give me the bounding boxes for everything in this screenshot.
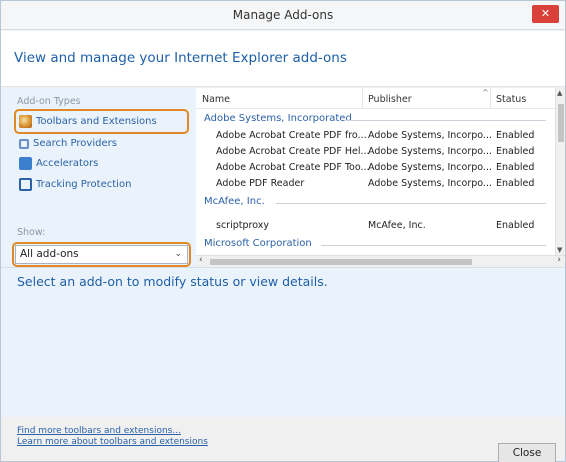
table-row[interactable]: scriptproxy McAfee, Inc. Enabled: [196, 218, 555, 234]
column-header-name[interactable]: Name: [202, 94, 230, 105]
addon-name: Adobe Acrobat Create PDF Hel...: [216, 146, 370, 157]
addon-name: Adobe Acrobat Create PDF Too...: [216, 162, 370, 173]
addon-status: Enabled: [496, 146, 535, 157]
addon-publisher: Adobe Systems, Incorpo...: [368, 146, 492, 157]
sidebar-item-label: Tracking Protection: [36, 179, 132, 190]
scroll-up-icon[interactable]: ▲: [557, 89, 562, 97]
accelerator-icon: [19, 157, 32, 170]
addon-publisher: Adobe Systems, Incorpo...: [368, 162, 492, 173]
window-close-button[interactable]: ✕: [532, 5, 559, 23]
addon-name: scriptproxy: [216, 220, 269, 231]
sidebar-item-tracking-protection[interactable]: Tracking Protection: [19, 176, 131, 193]
addon-status: Enabled: [496, 220, 535, 231]
group-header: Microsoft Corporation: [204, 238, 312, 249]
table-row[interactable]: Adobe Acrobat Create PDF Hel... Adobe Sy…: [196, 144, 555, 160]
group-header: McAfee, Inc.: [204, 196, 265, 207]
addon-status: Enabled: [496, 162, 535, 173]
horizontal-scrollbar[interactable]: ‹ ›: [196, 255, 565, 267]
learn-more-link[interactable]: Learn more about toolbars and extensions: [17, 437, 208, 447]
scroll-down-icon[interactable]: ▼: [557, 246, 562, 254]
header-heading: View and manage your Internet Explorer a…: [14, 50, 347, 66]
sidebar-item-label: Accelerators: [36, 158, 99, 169]
addon-types-label: Add-on Types: [17, 96, 81, 107]
group-divider: [321, 245, 546, 246]
table-row[interactable]: Adobe Acrobat Create PDF fro... Adobe Sy…: [196, 128, 555, 144]
toolbar-extension-icon: [19, 115, 32, 128]
addon-publisher: Adobe Systems, Incorpo...: [368, 178, 492, 189]
scroll-right-icon[interactable]: ›: [557, 255, 561, 265]
header-divider: [196, 108, 555, 109]
scroll-left-icon[interactable]: ‹: [199, 255, 203, 265]
sidebar-item-search-providers[interactable]: Search Providers: [19, 135, 117, 152]
details-pane: Select an add-on to modify status or vie…: [1, 267, 565, 417]
manage-addons-window: Manage Add-ons ✕ View and manage your In…: [0, 0, 566, 462]
addon-publisher: Adobe Systems, Incorpo...: [368, 130, 492, 141]
tracking-protection-icon: [19, 178, 32, 191]
sort-up-icon: ^: [482, 88, 489, 97]
chevron-down-icon: ⌄: [174, 249, 182, 259]
show-filter-select[interactable]: All add-ons ⌄: [15, 245, 188, 264]
column-header-status[interactable]: Status: [496, 94, 526, 105]
sidebar-item-label: Search Providers: [33, 138, 117, 149]
addon-name: Adobe Acrobat Create PDF fro...: [216, 130, 367, 141]
addon-name: Adobe PDF Reader: [216, 178, 305, 189]
sidebar-item-toolbars-and-extensions[interactable]: Toolbars and Extensions: [19, 113, 157, 130]
column-separator: [490, 88, 491, 108]
close-button[interactable]: Close: [498, 443, 556, 462]
addon-list: Name Publisher ^ Status Adobe Systems, I…: [196, 88, 555, 255]
column-header-publisher[interactable]: Publisher: [368, 94, 412, 105]
show-label: Show:: [17, 227, 46, 238]
addon-types-sidebar: Add-on Types Toolbars and Extensions Sea…: [1, 88, 196, 267]
footer: Find more toolbars and extensions... Lea…: [1, 417, 565, 462]
addon-status: Enabled: [496, 178, 535, 189]
scrollbar-thumb[interactable]: [210, 259, 472, 265]
table-row[interactable]: Adobe Acrobat Create PDF Too... Adobe Sy…: [196, 160, 555, 176]
vertical-scrollbar[interactable]: ▲ ▼: [555, 88, 565, 255]
show-filter-value: All add-ons: [20, 248, 79, 260]
title-bar: Manage Add-ons ✕: [1, 1, 565, 30]
group-divider: [346, 120, 546, 121]
sidebar-item-label: Toolbars and Extensions: [36, 116, 157, 127]
search-icon: [19, 138, 29, 149]
scrollbar-thumb[interactable]: [558, 104, 564, 142]
addon-status: Enabled: [496, 130, 535, 141]
group-divider: [276, 203, 546, 204]
header-panel: View and manage your Internet Explorer a…: [1, 31, 565, 87]
sidebar-item-accelerators[interactable]: Accelerators: [19, 155, 98, 172]
details-message: Select an add-on to modify status or vie…: [17, 274, 328, 289]
addon-publisher: McAfee, Inc.: [368, 220, 426, 231]
table-row[interactable]: Adobe PDF Reader Adobe Systems, Incorpo.…: [196, 176, 555, 192]
find-more-link[interactable]: Find more toolbars and extensions...: [17, 426, 181, 436]
column-separator: [362, 88, 363, 108]
group-header: Adobe Systems, Incorporated: [204, 113, 352, 124]
window-title: Manage Add-ons: [232, 8, 334, 22]
